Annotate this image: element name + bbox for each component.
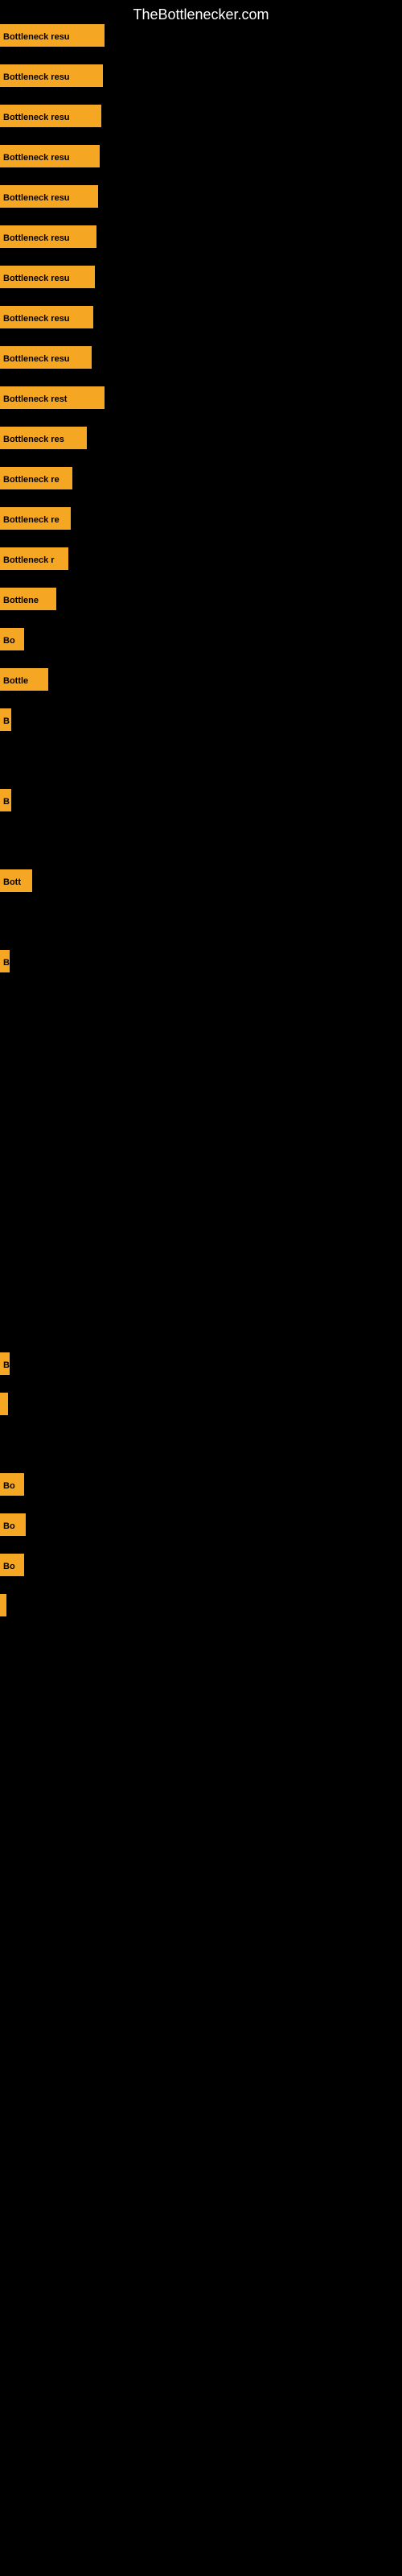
bar-row-11: Bottleneck re [0,467,72,489]
bar-label-16: Bottle [0,668,48,691]
bar-label-14: Bottlene [0,588,56,610]
bar-row-9: Bottleneck rest [0,386,105,409]
bar-label-13: Bottleneck r [0,547,68,570]
bar-label-21: B [0,1352,10,1375]
bar-label-2: Bottleneck resu [0,105,101,127]
bar-row-19: Bott [0,869,32,892]
bar-label-15: Bo [0,628,24,650]
bar-row-7: Bottleneck resu [0,306,93,328]
bar-label-20: B [0,950,10,972]
bar-label-12: Bottleneck re [0,507,71,530]
bar-row-17: B [0,708,11,731]
bar-label-3: Bottleneck resu [0,145,100,167]
bar-row-22 [0,1393,8,1415]
bar-label-26 [0,1594,6,1616]
bar-row-14: Bottlene [0,588,56,610]
bar-label-18: B [0,789,11,811]
bar-label-19: Bott [0,869,32,892]
bar-label-8: Bottleneck resu [0,346,92,369]
bar-row-3: Bottleneck resu [0,145,100,167]
bar-row-23: Bo [0,1473,24,1496]
bar-label-25: Bo [0,1554,24,1576]
bar-label-10: Bottleneck res [0,427,87,449]
bar-label-11: Bottleneck re [0,467,72,489]
bar-label-9: Bottleneck rest [0,386,105,409]
bar-label-23: Bo [0,1473,24,1496]
bar-row-6: Bottleneck resu [0,266,95,288]
bar-row-12: Bottleneck re [0,507,71,530]
bar-row-5: Bottleneck resu [0,225,96,248]
bar-row-25: Bo [0,1554,24,1576]
bar-label-4: Bottleneck resu [0,185,98,208]
bar-row-20: B [0,950,10,972]
bar-row-16: Bottle [0,668,48,691]
bar-row-0: Bottleneck resu [0,24,105,47]
bar-row-21: B [0,1352,10,1375]
bar-label-24: Bo [0,1513,26,1536]
bar-row-15: Bo [0,628,24,650]
bar-label-6: Bottleneck resu [0,266,95,288]
bar-label-22 [0,1393,8,1415]
bar-row-4: Bottleneck resu [0,185,98,208]
bar-label-5: Bottleneck resu [0,225,96,248]
bar-row-13: Bottleneck r [0,547,68,570]
bar-row-18: B [0,789,11,811]
bar-label-1: Bottleneck resu [0,64,103,87]
bar-label-17: B [0,708,11,731]
bar-row-26 [0,1594,6,1616]
bar-row-2: Bottleneck resu [0,105,101,127]
bar-row-24: Bo [0,1513,26,1536]
bar-row-10: Bottleneck res [0,427,87,449]
bar-label-7: Bottleneck resu [0,306,93,328]
bar-label-0: Bottleneck resu [0,24,105,47]
bar-row-1: Bottleneck resu [0,64,103,87]
bar-row-8: Bottleneck resu [0,346,92,369]
